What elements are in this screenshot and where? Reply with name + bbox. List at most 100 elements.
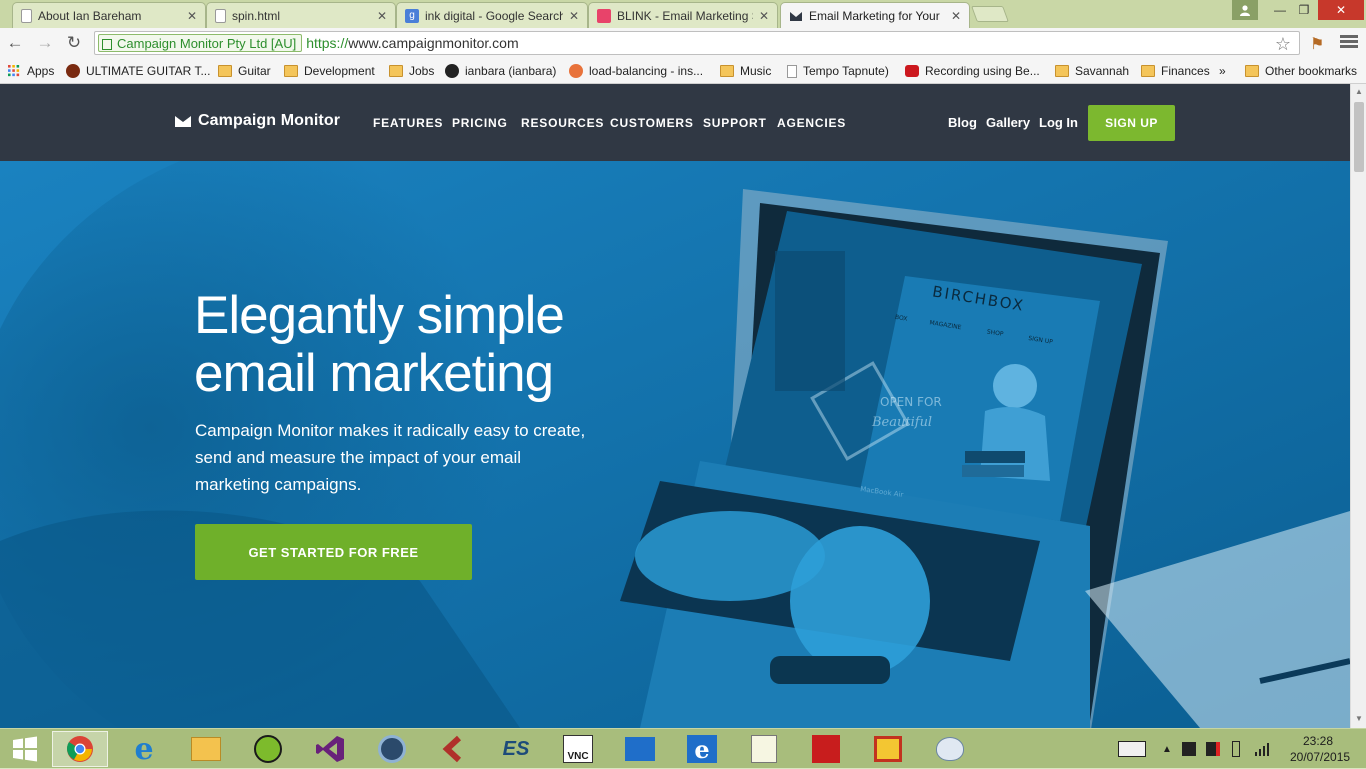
ie-icon[interactable]: e — [674, 731, 730, 767]
notepad-icon[interactable] — [736, 731, 792, 767]
nav-support[interactable]: SUPPORT — [703, 116, 767, 130]
close-tab-icon[interactable]: ✕ — [187, 9, 197, 23]
bookmark-github[interactable]: ianbara (ianbara) — [445, 62, 556, 80]
nav-pricing[interactable]: PRICING — [452, 116, 508, 130]
bookmark-recording[interactable]: Recording using Be... — [905, 62, 1040, 80]
touch-keyboard-icon[interactable] — [1118, 729, 1146, 769]
tab-blink[interactable]: BLINK - Email Marketing S ✕ — [588, 2, 778, 28]
bookmarks-bar: Apps ULTIMATE GUITAR T... Guitar Develop… — [0, 58, 1366, 84]
internet-explorer-icon[interactable]: e — [116, 731, 172, 767]
scroll-down-icon[interactable]: ▼ — [1355, 714, 1363, 723]
visual-studio-icon[interactable] — [302, 731, 358, 767]
spotify-icon[interactable] — [240, 731, 296, 767]
nav-customers[interactable]: CUSTOMERS — [610, 116, 694, 130]
hero-heading-line-1: Elegantly simple — [194, 286, 565, 345]
scroll-up-icon[interactable]: ▲ — [1355, 87, 1363, 96]
forward-button[interactable]: → — [34, 32, 56, 54]
bookmark-label: Tempo Tapnute) — [803, 64, 889, 78]
bookmark-label: Other bookmarks — [1265, 64, 1358, 78]
scrollbar-thumb[interactable] — [1354, 102, 1364, 172]
tab-title: About Ian Bareham — [38, 8, 142, 23]
bookmark-finances[interactable]: Finances — [1141, 62, 1210, 80]
clock-time: 23:28 — [1302, 734, 1334, 748]
slides-icon[interactable] — [860, 731, 916, 767]
folder-icon — [218, 65, 232, 77]
nav-agencies[interactable]: AGENCIES — [777, 116, 846, 130]
bookmark-apps[interactable]: Apps — [7, 62, 54, 80]
minimize-button[interactable]: — — [1268, 0, 1292, 20]
bookmark-savannah[interactable]: Savannah — [1055, 62, 1129, 80]
youtube-icon — [905, 65, 919, 77]
bookmark-tempo[interactable]: Tempo Tapnute) — [787, 62, 889, 80]
bookmarks-overflow-button[interactable]: » — [1219, 62, 1226, 80]
bookmark-guitar[interactable]: Guitar — [218, 62, 271, 80]
close-tab-icon[interactable]: ✕ — [951, 9, 961, 23]
back-button[interactable]: ← — [4, 32, 26, 54]
address-bar[interactable]: Campaign Monitor Pty Ltd [AU] https://ww… — [94, 31, 1300, 55]
close-tab-icon[interactable]: ✕ — [377, 9, 387, 23]
hero-heading: Elegantly simple email marketing — [194, 287, 654, 403]
nav-log-in[interactable]: Log In — [1039, 115, 1078, 130]
close-window-button[interactable]: ✕ — [1318, 0, 1364, 20]
tab-title: ink digital - Google Search — [425, 8, 563, 23]
volume-icon[interactable] — [1254, 729, 1270, 769]
folder-icon — [389, 65, 403, 77]
network-warning-icon[interactable] — [1206, 729, 1220, 769]
clock-date: 20/07/2015 — [1290, 750, 1351, 764]
tab-spin-html[interactable]: spin.html ✕ — [206, 2, 396, 28]
close-tab-icon[interactable]: ✕ — [759, 9, 769, 23]
file-explorer-icon[interactable] — [178, 731, 234, 767]
bookmark-label: Development — [304, 64, 375, 78]
mail-icon[interactable] — [612, 731, 668, 767]
action-center-icon[interactable] — [1182, 729, 1196, 769]
nav-resources[interactable]: RESOURCES — [521, 116, 604, 130]
folder-icon — [284, 65, 298, 77]
tab-campaign-monitor[interactable]: Email Marketing for Your ✕ — [780, 2, 970, 28]
tab-google-search[interactable]: g ink digital - Google Search ✕ — [396, 2, 588, 28]
get-started-button[interactable]: GET STARTED FOR FREE — [195, 524, 472, 580]
new-tab-button[interactable] — [971, 6, 1009, 22]
chrome-icon[interactable] — [52, 731, 108, 767]
extension-icon[interactable]: ⚑ — [1310, 34, 1324, 54]
nav-features[interactable]: FEATURES — [373, 116, 443, 130]
media-icon[interactable] — [364, 731, 420, 767]
reload-button[interactable]: ↻ — [63, 32, 85, 54]
site-logo[interactable]: Campaign Monitor — [175, 112, 340, 130]
hero-subheading: Campaign Monitor makes it radically easy… — [195, 421, 586, 494]
maximize-button[interactable]: ❐ — [1292, 0, 1316, 20]
system-clock[interactable]: 23:28 20/07/2015 — [1290, 733, 1351, 765]
bookmark-label: ULTIMATE GUITAR T... — [86, 64, 211, 78]
page-scrollbar[interactable]: ▲ ▼ — [1350, 84, 1366, 728]
ev-certificate-badge[interactable]: Campaign Monitor Pty Ltd [AU] — [98, 34, 303, 52]
chrome-menu-icon[interactable] — [1340, 33, 1358, 51]
macbook-air-label: MacBook Air — [860, 485, 904, 499]
bookmark-label: Apps — [27, 64, 55, 78]
vnc-icon[interactable]: VNC — [550, 731, 606, 767]
battery-icon[interactable] — [1232, 729, 1240, 769]
user-profile-icon[interactable] — [1232, 0, 1258, 20]
hero-heading-line-2: email marketing — [194, 344, 554, 403]
tab-about-ian-bareham[interactable]: About Ian Bareham ✕ — [12, 2, 206, 28]
bookmark-development[interactable]: Development — [284, 62, 375, 80]
apps-grid-icon — [8, 65, 20, 77]
close-tab-icon[interactable]: ✕ — [569, 9, 579, 23]
filezilla-icon[interactable] — [426, 731, 482, 767]
logo-text: Campaign Monitor — [198, 112, 341, 129]
site-header: Campaign Monitor FEATURES PRICING RESOUR… — [0, 84, 1350, 161]
nav-blog[interactable]: Blog — [948, 115, 977, 130]
bookmark-music[interactable]: Music — [720, 62, 771, 80]
bookmark-other[interactable]: Other bookmarks — [1245, 62, 1357, 80]
paint-icon[interactable] — [922, 731, 978, 767]
bookmark-star-icon[interactable]: ☆ — [1275, 34, 1291, 55]
bookmark-jobs[interactable]: Jobs — [389, 62, 434, 80]
bookmark-ultimate-guitar[interactable]: ULTIMATE GUITAR T... — [66, 62, 210, 80]
tab-title: spin.html — [232, 8, 281, 23]
sign-up-button[interactable]: SIGN UP — [1088, 105, 1175, 141]
nav-gallery[interactable]: Gallery — [986, 115, 1030, 130]
windows-start-icon[interactable] — [2, 731, 48, 767]
bookmark-load-balancing[interactable]: load-balancing - ins... — [569, 62, 703, 80]
web-page: Campaign Monitor FEATURES PRICING RESOUR… — [0, 84, 1350, 728]
es-icon[interactable]: ES — [488, 731, 544, 767]
acrobat-icon[interactable] — [798, 731, 854, 767]
show-hidden-icons-icon[interactable]: ▲ — [1162, 729, 1172, 769]
